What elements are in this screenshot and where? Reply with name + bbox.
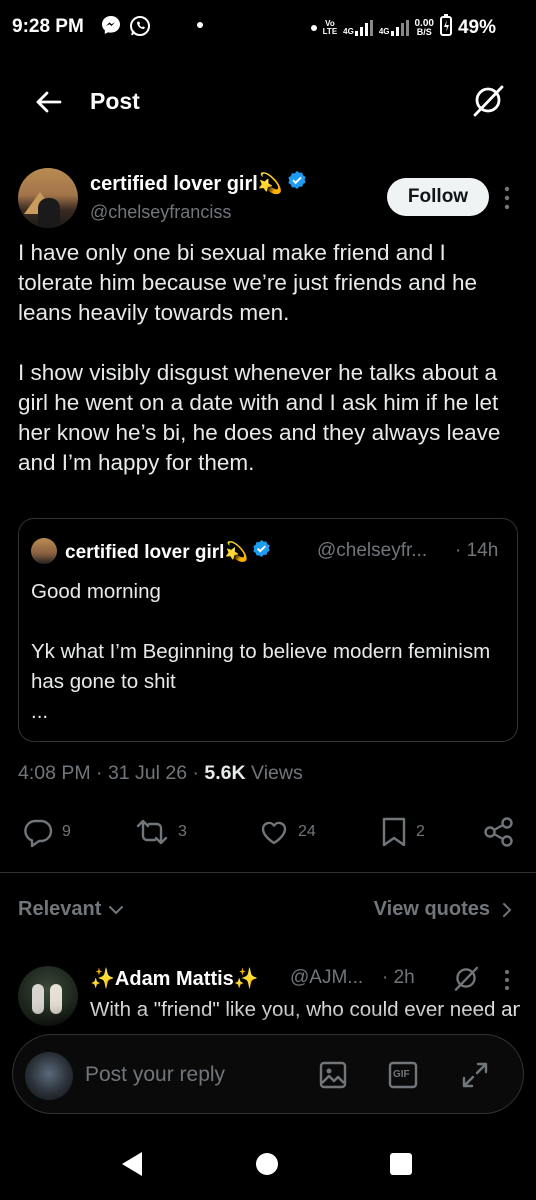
reply-icon <box>24 819 53 848</box>
status-bar: 9:28 PM Vo LTE 4G 4G 0.00 B/S 49% <box>0 0 536 56</box>
nav-recents-button[interactable] <box>390 1153 412 1175</box>
quote-timestamp: · 14h <box>455 540 499 561</box>
quote-text: Good morning Yk what I’m Beginning to be… <box>31 580 491 723</box>
bookmark-button[interactable]: 2 <box>380 816 425 848</box>
author-name[interactable]: certified lover girl💫 <box>90 170 307 196</box>
sort-relevant-dropdown[interactable]: Relevant <box>18 898 125 921</box>
reply-composer[interactable]: Post your reply GIF <box>12 1034 524 1114</box>
triangle-back-icon <box>122 1152 142 1176</box>
reply-author-avatar[interactable] <box>18 966 78 1026</box>
verified-badge-icon <box>287 170 307 196</box>
share-icon <box>484 817 513 847</box>
back-button[interactable] <box>30 84 66 120</box>
post-meta: 4:08 PM · 31 Jul 26 · 5.6K Views <box>18 762 303 785</box>
nav-home-button[interactable] <box>256 1153 278 1175</box>
quote-author-name: certified lover girl💫 <box>65 539 271 564</box>
quote-author-avatar <box>31 538 57 564</box>
status-right-group: Vo LTE 4G 4G 0.00 B/S 49% <box>310 14 496 42</box>
like-count: 24 <box>298 823 316 840</box>
post-actions: 9 3 24 2 <box>0 812 536 852</box>
grok-icon <box>454 966 479 991</box>
reply-input[interactable]: Post your reply <box>85 1063 225 1087</box>
signal-1-icon: 4G <box>343 20 373 36</box>
quote-author-handle: @chelseyfr... <box>317 540 428 561</box>
views-count[interactable]: 5.6K <box>204 762 245 784</box>
reply-grok-button[interactable] <box>452 964 480 992</box>
follow-button[interactable]: Follow <box>387 178 489 216</box>
network-speed: 0.00 B/S <box>414 18 434 37</box>
repost-button[interactable]: 3 <box>134 816 187 848</box>
image-icon <box>319 1061 347 1089</box>
dot-icon <box>310 25 317 31</box>
page-title: Post <box>90 88 140 114</box>
reply-timestamp: · 2h <box>382 967 415 988</box>
repost-icon <box>136 819 168 845</box>
battery-level: 49% <box>457 17 496 38</box>
verified-badge-icon <box>252 539 271 564</box>
image-button[interactable] <box>317 1059 349 1091</box>
more-vertical-icon <box>505 970 509 990</box>
chevron-right-icon <box>503 902 512 917</box>
expand-icon <box>462 1062 488 1088</box>
like-button[interactable]: 24 <box>258 816 316 848</box>
section-divider <box>0 872 536 873</box>
quoted-post-card[interactable]: certified lover girl💫 @chelseyfr... · 14… <box>18 518 518 742</box>
reply-more-button[interactable] <box>502 969 512 991</box>
view-quotes-link[interactable]: View quotes <box>374 898 514 921</box>
repost-count: 3 <box>178 823 187 840</box>
signal-2-icon: 4G <box>379 20 409 36</box>
volte-indicator: Vo LTE <box>322 19 338 36</box>
chevron-down-icon <box>109 905 124 914</box>
author-handle[interactable]: @chelseyfranciss <box>90 202 231 223</box>
reply-author-handle[interactable]: @AJM... <box>290 967 363 989</box>
reply-button[interactable]: 9 <box>22 816 71 848</box>
post-text: I have only one bi sexual make friend an… <box>18 240 501 475</box>
reply-author-name[interactable]: ✨Adam Mattis✨ <box>90 966 259 991</box>
notification-dot-icon <box>197 22 203 28</box>
expand-button[interactable] <box>459 1059 491 1091</box>
share-button[interactable] <box>482 816 516 848</box>
whatsapp-icon <box>128 14 152 44</box>
post-timestamp: 4:08 PM · 31 Jul 26 · <box>18 762 205 784</box>
grok-button[interactable] <box>470 82 506 118</box>
views-label: Views <box>245 762 303 784</box>
heart-icon <box>261 821 287 845</box>
status-time: 9:28 PM <box>12 16 84 37</box>
reply-count: 9 <box>62 823 71 840</box>
more-options-button[interactable] <box>500 185 514 211</box>
bookmark-count: 2 <box>416 823 425 840</box>
grok-icon <box>473 85 504 117</box>
current-user-avatar <box>25 1052 73 1100</box>
battery-icon <box>439 14 452 42</box>
post-header: Post <box>0 70 536 134</box>
author-avatar[interactable] <box>18 168 78 228</box>
arrow-left-icon <box>36 91 62 113</box>
more-vertical-icon <box>504 186 510 210</box>
nav-back-button[interactable] <box>120 1151 144 1182</box>
messenger-icon <box>100 14 122 42</box>
gif-button[interactable]: GIF <box>387 1059 419 1091</box>
reply-text: With a "friend" like you, who could ever… <box>90 998 520 1021</box>
bookmark-icon <box>382 817 406 847</box>
android-nav-bar <box>0 1120 536 1200</box>
